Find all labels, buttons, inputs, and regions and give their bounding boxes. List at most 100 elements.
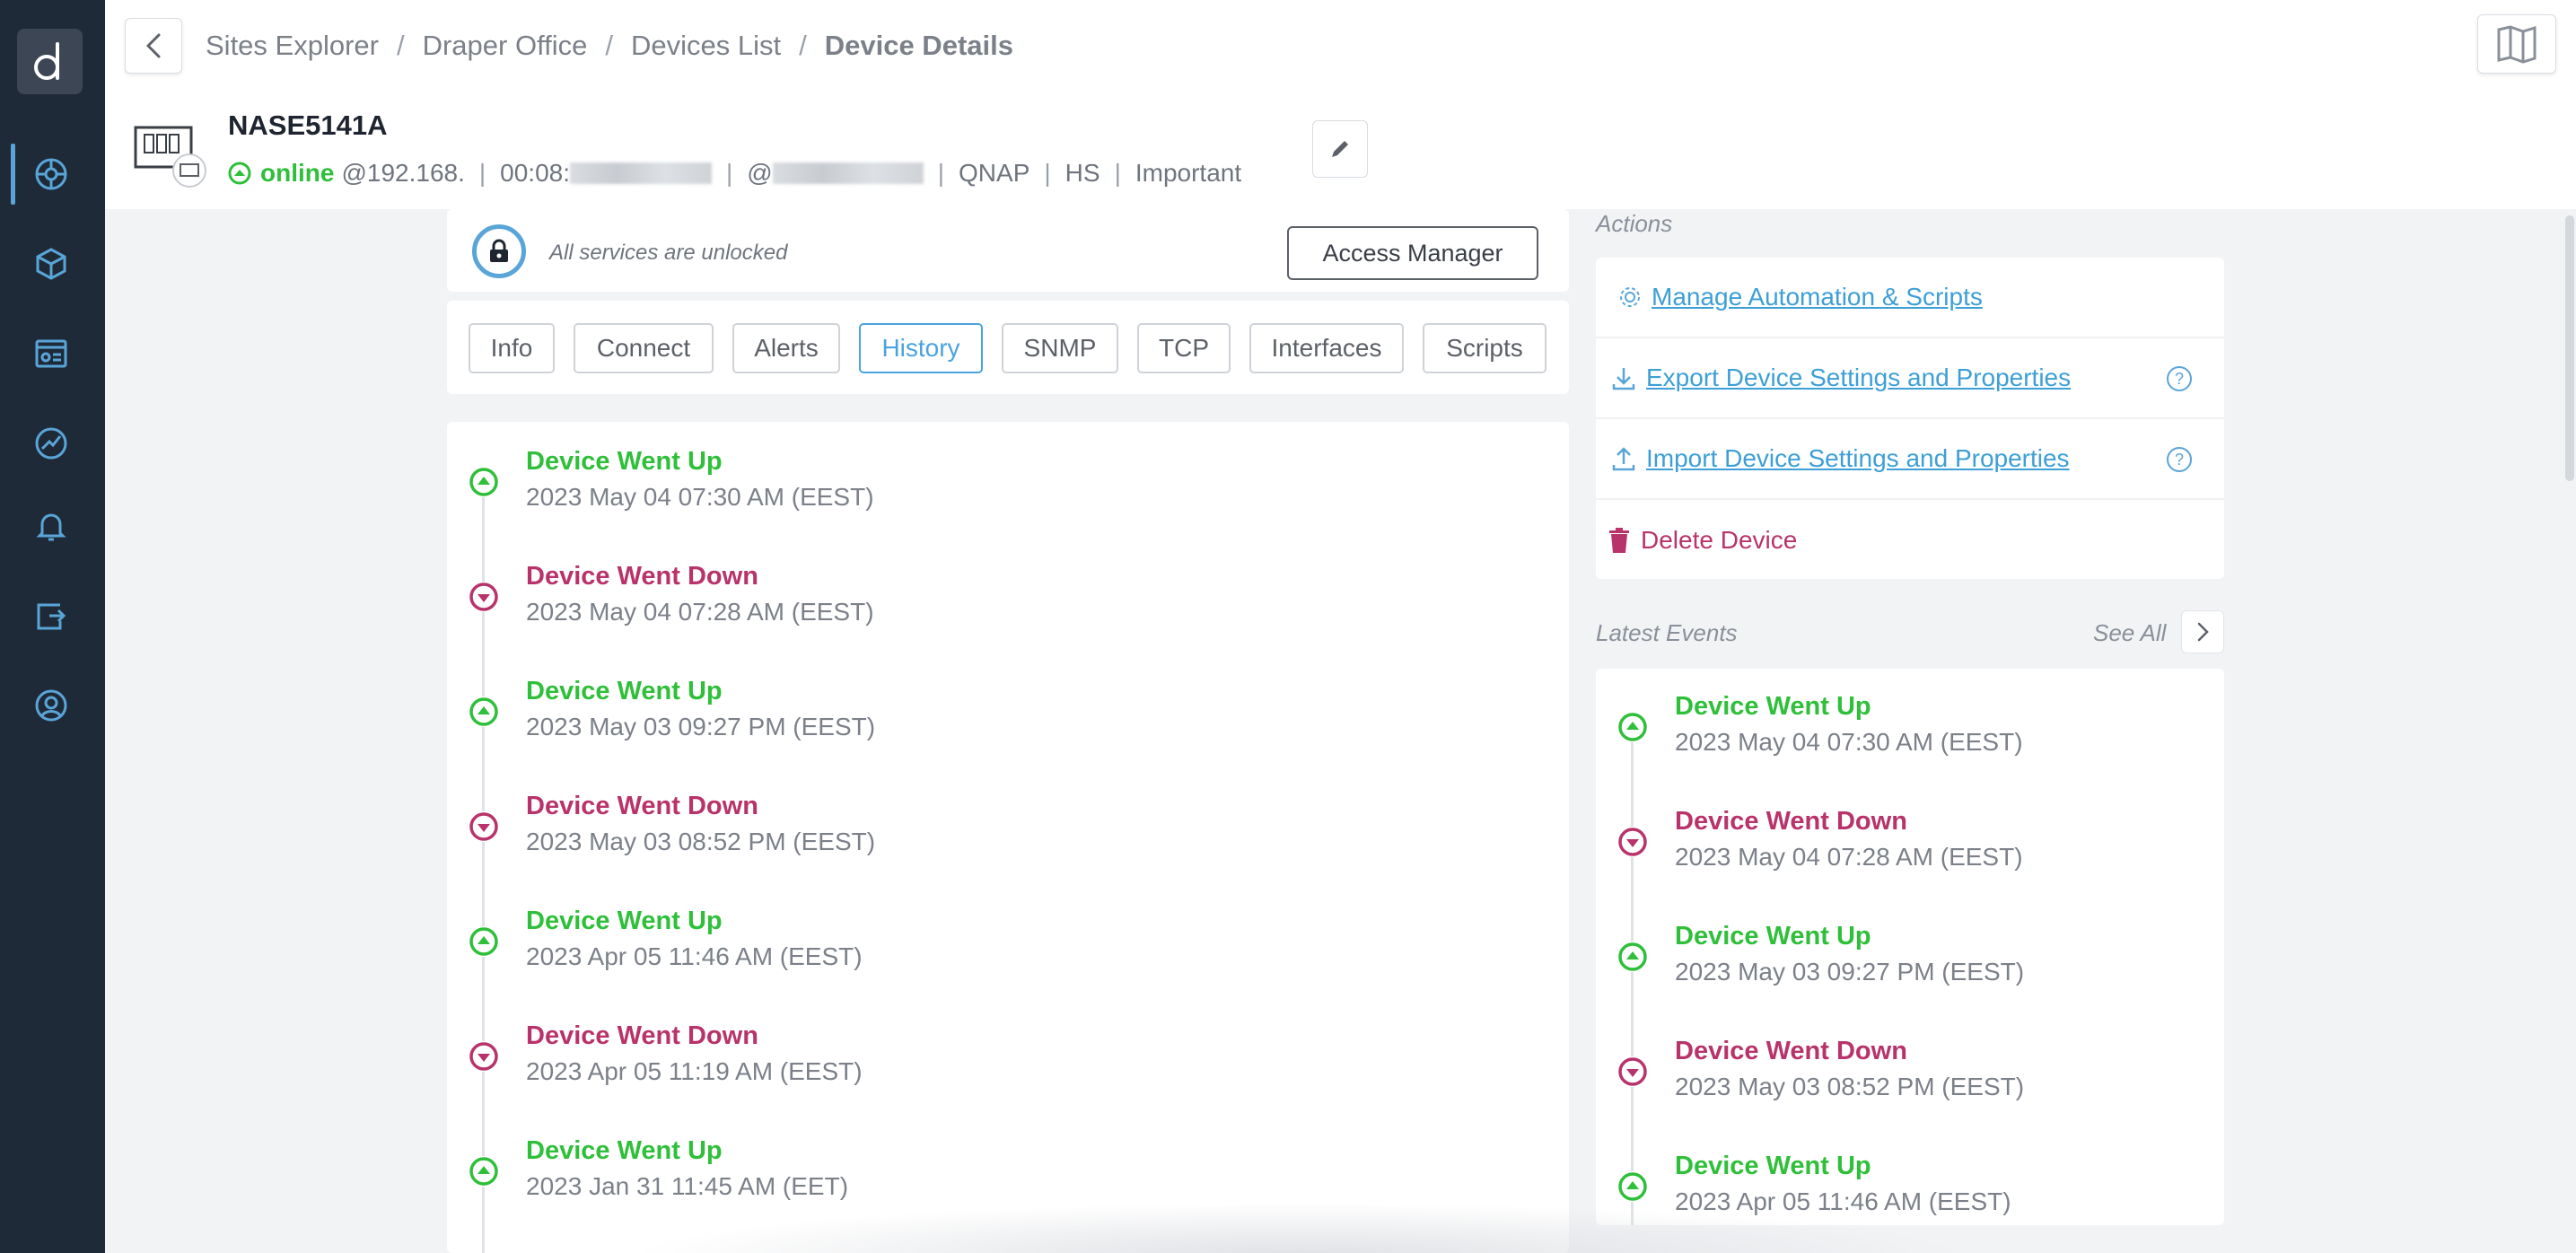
network-icon	[35, 158, 67, 190]
event-title: Device Went Down	[1675, 1037, 1907, 1065]
help-icon[interactable]: ?	[2167, 366, 2192, 391]
lock-status-text: All services are unlocked	[549, 241, 788, 265]
device-mac: 00:08:	[500, 159, 571, 187]
actions-heading: Actions	[1596, 210, 1673, 237]
manage-automation-row[interactable]: Manage Automation & Scripts	[1596, 258, 2224, 338]
device-type-icon	[134, 124, 213, 190]
latest-events-heading: Latest Events	[1596, 619, 1738, 646]
see-all-link[interactable]: See All	[2093, 619, 2166, 647]
event-title: Device Went Down	[526, 1021, 758, 1050]
event-down-icon	[469, 1041, 499, 1072]
device-status: online	[260, 159, 335, 187]
breadcrumb-draper-office[interactable]: Draper Office	[423, 30, 588, 62]
delete-device-button[interactable]: Delete Device	[1641, 526, 1797, 555]
logo-d-icon	[33, 41, 59, 80]
tab-alerts[interactable]: Alerts	[732, 323, 840, 373]
meta-separator: |	[937, 159, 945, 187]
tab-tcp[interactable]: TCP	[1137, 323, 1231, 373]
meta-separator: |	[478, 159, 486, 187]
event-time: 2023 Jan 31 11:45 AM (EET)	[526, 1172, 849, 1200]
edit-device-button[interactable]	[1312, 120, 1368, 178]
event-title: Device Went Up	[526, 1136, 723, 1165]
event-title: Device Went Up	[1675, 922, 1871, 951]
event-time: 2023 May 03 08:52 PM (EEST)	[1675, 1073, 2025, 1100]
download-icon	[1612, 368, 1635, 390]
export-settings-row[interactable]: Export Device Settings and Properties ?	[1596, 338, 2224, 419]
breadcrumb: Sites Explorer / Draper Office / Devices…	[206, 27, 1013, 65]
export-settings-link[interactable]: Export Device Settings and Properties	[1646, 364, 2071, 392]
sidebar	[0, 0, 105, 1253]
back-button[interactable]	[125, 18, 182, 74]
device-hostname: @	[747, 159, 773, 187]
event-down-icon	[469, 811, 499, 842]
pencil-icon	[1332, 141, 1348, 157]
help-icon[interactable]: ?	[2167, 447, 2192, 472]
docs-button[interactable]	[2477, 14, 2556, 74]
event-time: 2023 May 03 09:27 PM (EEST)	[1675, 958, 2025, 986]
event-time: 2023 Apr 05 11:46 AM (EEST)	[526, 942, 863, 970]
history-timeline: Device Went Up 2023 May 04 07:30 AM (EES…	[447, 422, 1569, 1253]
event-up-icon	[1617, 942, 1648, 972]
timeline-line	[1631, 723, 1634, 1225]
event-time: 2023 May 03 08:52 PM (EEST)	[526, 828, 876, 855]
sidebar-item-alerts[interactable]	[30, 504, 73, 548]
sidebar-item-monitoring[interactable]	[30, 422, 73, 465]
tab-bar: Info Connect Alerts History SNMP TCP Int…	[447, 301, 1569, 394]
tab-interfaces[interactable]: Interfaces	[1249, 323, 1404, 373]
lock-status	[472, 224, 526, 278]
breadcrumb-sites-explorer[interactable]: Sites Explorer	[206, 30, 379, 62]
meta-separator: |	[1044, 159, 1051, 187]
import-settings-link[interactable]: Import Device Settings and Properties	[1646, 444, 2070, 473]
event-title: Device Went Up	[1675, 1152, 1871, 1180]
access-manager-button[interactable]: Access Manager	[1287, 226, 1538, 280]
app-logo[interactable]	[17, 29, 83, 94]
event-title: Device Went Up	[526, 447, 723, 476]
event-up-icon	[469, 1156, 499, 1187]
sidebar-item-dashboard[interactable]	[30, 332, 73, 375]
dashboard-icon	[35, 339, 67, 368]
event-title: Device Went Down	[1675, 807, 1907, 836]
cube-icon	[36, 248, 66, 280]
device-name: NASE5141A	[228, 110, 388, 141]
event-time: 2023 May 04 07:28 AM (EEST)	[526, 598, 874, 626]
sidebar-item-support[interactable]	[30, 684, 73, 727]
device-priority: Important	[1135, 159, 1242, 187]
tab-info[interactable]: Info	[469, 323, 555, 373]
event-up-icon	[469, 467, 499, 497]
redacted-mac	[570, 162, 713, 184]
tab-snmp[interactable]: SNMP	[1002, 323, 1118, 373]
manage-automation-link[interactable]: Manage Automation & Scripts	[1652, 283, 1983, 311]
see-all-button[interactable]	[2181, 610, 2224, 653]
device-vendor: QNAP	[959, 159, 1030, 187]
chevron-right-icon	[2197, 622, 2209, 642]
trash-icon	[1609, 528, 1629, 553]
event-time: 2023 May 04 07:30 AM (EEST)	[526, 483, 874, 511]
event-title: Device Went Down	[526, 562, 758, 591]
event-title: Device Went Up	[1675, 692, 1871, 721]
tab-connect[interactable]: Connect	[574, 323, 714, 373]
chevron-left-icon	[146, 33, 161, 58]
gear-icon	[1620, 287, 1640, 307]
sidebar-item-network[interactable]	[30, 153, 73, 196]
monitor-icon	[35, 427, 67, 460]
scrollbar-thumb[interactable]	[2565, 215, 2574, 481]
import-settings-row[interactable]: Import Device Settings and Properties ?	[1596, 419, 2224, 500]
sidebar-item-inventory[interactable]	[30, 242, 73, 285]
event-time: 2023 Apr 05 11:19 AM (EEST)	[526, 1057, 863, 1085]
device-ip: @192.168.	[341, 159, 465, 187]
event-down-icon	[1617, 827, 1648, 857]
tab-scripts[interactable]: Scripts	[1423, 323, 1546, 373]
event-title: Device Went Up	[526, 677, 723, 705]
tab-history[interactable]: History	[859, 323, 983, 373]
integrations-icon	[37, 603, 66, 630]
event-down-icon	[1617, 1056, 1648, 1087]
breadcrumb-devices-list[interactable]: Devices List	[631, 30, 781, 62]
upload-icon	[1612, 447, 1635, 471]
event-up-icon	[1617, 712, 1648, 742]
nas-device-icon	[134, 126, 206, 188]
latest-events-panel: Device Went Up 2023 May 04 07:30 AM (EES…	[1596, 669, 2224, 1225]
event-up-icon	[469, 926, 499, 957]
padlock-icon	[490, 239, 508, 262]
delete-device-row[interactable]: Delete Device	[1596, 500, 2224, 581]
sidebar-item-integrations[interactable]	[30, 594, 73, 637]
